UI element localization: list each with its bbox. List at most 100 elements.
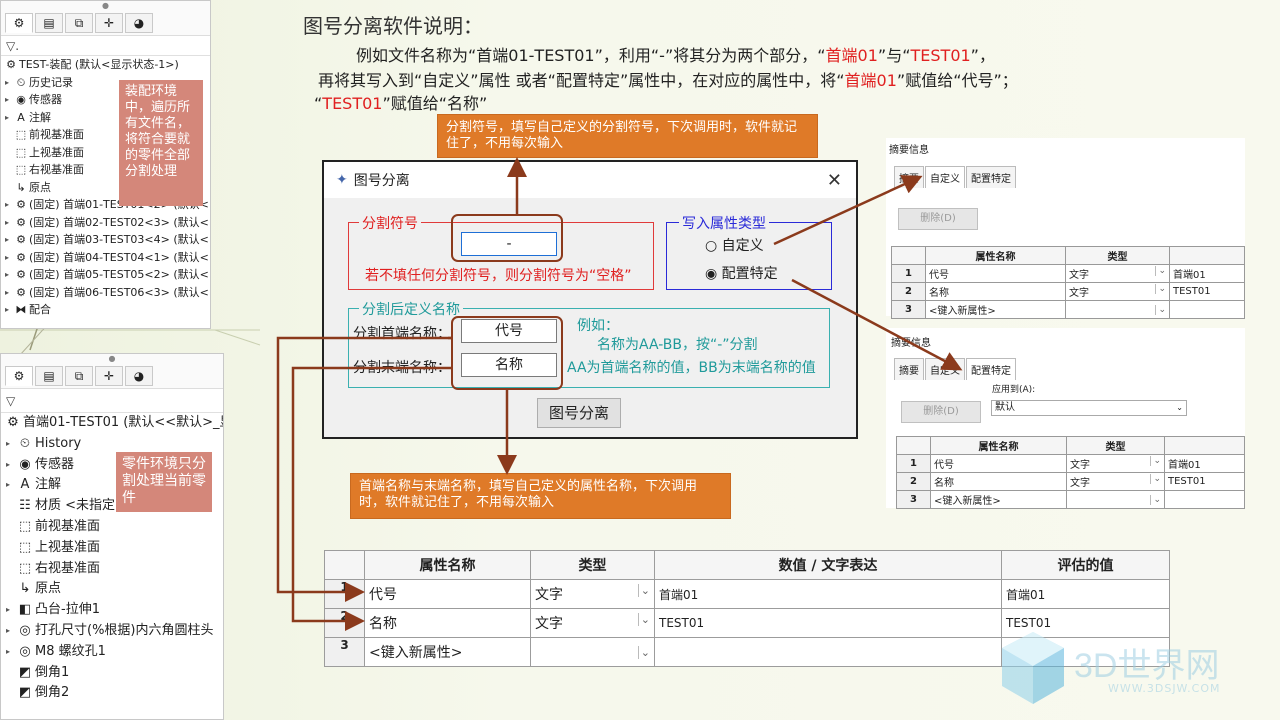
chevron-down-icon[interactable]: ⌄ bbox=[1155, 284, 1166, 294]
table-row[interactable]: 2 名称 文字 ⌄ TEST01 bbox=[891, 282, 1245, 301]
tree-item[interactable]: ▸ ⧓ 配合 bbox=[1, 301, 210, 319]
table-row[interactable]: 1 代号 文字 ⌄ 首端01 首端01 bbox=[324, 579, 1170, 609]
panel-grip[interactable]: ● bbox=[1, 354, 223, 364]
config-manager-tab-icon[interactable]: ⧉ bbox=[65, 366, 93, 386]
display-manager-tab-icon[interactable]: ◕ bbox=[125, 13, 153, 33]
radio-config[interactable]: ◉ 配置特定 bbox=[705, 263, 778, 283]
tree-item[interactable]: ⬚ 右视基准面 bbox=[1, 559, 223, 580]
filter-icon[interactable]: ▽ bbox=[1, 389, 223, 413]
table-row[interactable]: 3 <键入新属性> ⌄ bbox=[891, 300, 1245, 319]
expression-cell[interactable]: 首端01 bbox=[654, 579, 1002, 609]
value-cell[interactable]: TEST01 bbox=[1169, 282, 1245, 301]
property-name-cell[interactable]: 代号 bbox=[364, 579, 531, 609]
type-cell[interactable]: 文字 ⌄ bbox=[1066, 454, 1165, 473]
expand-arrow-icon[interactable]: ▸ bbox=[1, 621, 15, 642]
tab-config[interactable]: 配置特定 bbox=[966, 358, 1016, 380]
expand-arrow-icon[interactable]: ▸ bbox=[1, 91, 13, 109]
chevron-down-icon[interactable]: ⌄ bbox=[1155, 266, 1166, 276]
table-row[interactable]: 1 代号 文字 ⌄ 首端01 bbox=[896, 454, 1245, 473]
property-name-cell[interactable]: 名称 bbox=[930, 472, 1067, 491]
value-cell[interactable] bbox=[1169, 300, 1245, 319]
property-name-cell[interactable]: 名称 bbox=[364, 608, 531, 638]
tree-item[interactable]: ▸ ◎ 打孔尺寸(%根据)内六角圆柱头 bbox=[1, 621, 223, 642]
expand-arrow-icon[interactable]: ▸ bbox=[1, 196, 13, 214]
property-name-cell[interactable]: 代号 bbox=[925, 264, 1066, 283]
tree-item[interactable]: ◩ 倒角2 bbox=[1, 683, 223, 704]
property-manager-tab-icon[interactable]: ▤ bbox=[35, 366, 63, 386]
type-cell[interactable]: 文字 ⌄ bbox=[1065, 282, 1170, 301]
expand-arrow-icon[interactable]: ▸ bbox=[1, 214, 13, 232]
table-row[interactable]: 2 名称 文字 ⌄ TEST01 bbox=[896, 472, 1245, 491]
table-row[interactable]: 1 代号 文字 ⌄ 首端01 bbox=[891, 264, 1245, 283]
tab-summary[interactable]: 摘要 bbox=[894, 358, 924, 380]
tab-custom[interactable]: 自定义 bbox=[925, 358, 965, 380]
apply-to-select[interactable]: 默认 ⌄ bbox=[991, 400, 1187, 416]
delete-button[interactable]: 删除(D) bbox=[898, 208, 978, 230]
expand-arrow-icon[interactable]: ▸ bbox=[1, 249, 13, 267]
tree-item[interactable]: ▸ ⚙ (固定) 首端03-TEST03<4> (默认< bbox=[1, 231, 210, 249]
expand-arrow-icon[interactable]: ▸ bbox=[1, 475, 15, 496]
tree-item[interactable]: ⬚ 前视基准面 bbox=[1, 517, 223, 538]
tree-root[interactable]: ⚙ TEST-装配 (默认<显示状态-1>) bbox=[1, 56, 210, 74]
type-cell[interactable]: ⌄ bbox=[530, 637, 655, 667]
close-icon[interactable]: ✕ bbox=[827, 170, 842, 191]
expand-arrow-icon[interactable]: ▸ bbox=[1, 434, 15, 455]
tree-item[interactable]: ↳ 原点 bbox=[1, 579, 223, 600]
type-cell[interactable]: 文字 ⌄ bbox=[530, 608, 655, 638]
delete-button[interactable]: 删除(D) bbox=[901, 401, 981, 423]
expand-arrow-icon[interactable]: ▸ bbox=[1, 455, 15, 476]
chevron-down-icon[interactable]: ⌄ bbox=[1150, 474, 1161, 484]
dimxpert-tab-icon[interactable]: ✛ bbox=[95, 366, 123, 386]
split-run-button[interactable]: 图号分离 bbox=[537, 398, 621, 428]
value-cell[interactable]: 首端01 bbox=[1164, 454, 1245, 473]
tab-config[interactable]: 配置特定 bbox=[966, 166, 1016, 188]
chevron-down-icon[interactable]: ⌄ bbox=[1155, 304, 1166, 315]
tree-item[interactable]: ◩ 倒角1 bbox=[1, 663, 223, 684]
expand-arrow-icon[interactable]: ▸ bbox=[1, 284, 13, 302]
property-name-cell[interactable]: <键入新属性> bbox=[364, 637, 531, 667]
expand-arrow-icon[interactable]: ▸ bbox=[1, 74, 13, 92]
feature-manager-tab-icon[interactable]: ⚙ bbox=[5, 366, 33, 386]
tree-item[interactable]: ▸ ⚙ (固定) 首端05-TEST05<2> (默认< bbox=[1, 266, 210, 284]
property-name-cell[interactable]: 名称 bbox=[925, 282, 1066, 301]
expression-cell[interactable] bbox=[654, 637, 1002, 667]
expression-cell[interactable]: TEST01 bbox=[654, 608, 1002, 638]
value-cell[interactable] bbox=[1164, 490, 1245, 509]
tree-item[interactable]: ▸ ⚙ (固定) 首端04-TEST04<1> (默认< bbox=[1, 249, 210, 267]
property-manager-tab-icon[interactable]: ▤ bbox=[35, 13, 63, 33]
type-cell[interactable]: 文字 ⌄ bbox=[1066, 472, 1165, 491]
chevron-down-icon[interactable]: ⌄ bbox=[637, 613, 650, 626]
value-cell[interactable]: TEST01 bbox=[1164, 472, 1245, 491]
property-name-cell[interactable]: <键入新属性> bbox=[925, 300, 1066, 319]
dimxpert-tab-icon[interactable]: ✛ bbox=[95, 13, 123, 33]
expand-arrow-icon[interactable]: ▸ bbox=[1, 231, 13, 249]
chevron-down-icon[interactable]: ⌄ bbox=[637, 645, 650, 659]
radio-custom[interactable]: ○ 自定义 bbox=[705, 235, 764, 255]
tree-item[interactable]: ▸ ◎ M8 螺纹孔1 bbox=[1, 642, 223, 663]
value-cell[interactable]: 首端01 bbox=[1169, 264, 1245, 283]
tree-item[interactable]: ▸ ◧ 凸台-拉伸1 bbox=[1, 600, 223, 621]
chevron-down-icon[interactable]: ⌄ bbox=[1150, 494, 1161, 505]
type-cell[interactable]: ⌄ bbox=[1066, 490, 1165, 509]
tree-item[interactable]: ▸ ⚙ (固定) 首端02-TEST02<3> (默认< bbox=[1, 214, 210, 232]
expand-arrow-icon[interactable]: ▸ bbox=[1, 266, 13, 284]
tab-summary[interactable]: 摘要 bbox=[894, 166, 924, 188]
expand-arrow-icon[interactable]: ▸ bbox=[1, 642, 15, 663]
expand-arrow-icon[interactable]: ▸ bbox=[1, 301, 13, 319]
config-manager-tab-icon[interactable]: ⧉ bbox=[65, 13, 93, 33]
panel-grip[interactable]: ● bbox=[1, 1, 210, 11]
type-cell[interactable]: 文字 ⌄ bbox=[1065, 264, 1170, 283]
property-name-cell[interactable]: 代号 bbox=[930, 454, 1067, 473]
display-manager-tab-icon[interactable]: ◕ bbox=[125, 366, 153, 386]
tree-item[interactable]: ⬚ 上视基准面 bbox=[1, 538, 223, 559]
filter-icon[interactable]: ▽. bbox=[1, 36, 210, 56]
property-name-cell[interactable]: <键入新属性> bbox=[930, 490, 1067, 509]
chevron-down-icon[interactable]: ⌄ bbox=[637, 584, 650, 597]
table-row[interactable]: 3 <键入新属性> ⌄ bbox=[896, 490, 1245, 509]
expand-arrow-icon[interactable]: ▸ bbox=[1, 600, 15, 621]
tree-root[interactable]: ⚙ 首端01-TEST01 (默认<<默认>_显 bbox=[1, 413, 223, 434]
tab-custom[interactable]: 自定义 bbox=[925, 166, 965, 188]
expand-arrow-icon[interactable]: ▸ bbox=[1, 109, 13, 127]
tree-item[interactable]: ▸ ⚙ (固定) 首端06-TEST06<3> (默认< bbox=[1, 284, 210, 302]
feature-manager-tab-icon[interactable]: ⚙ bbox=[5, 13, 33, 33]
